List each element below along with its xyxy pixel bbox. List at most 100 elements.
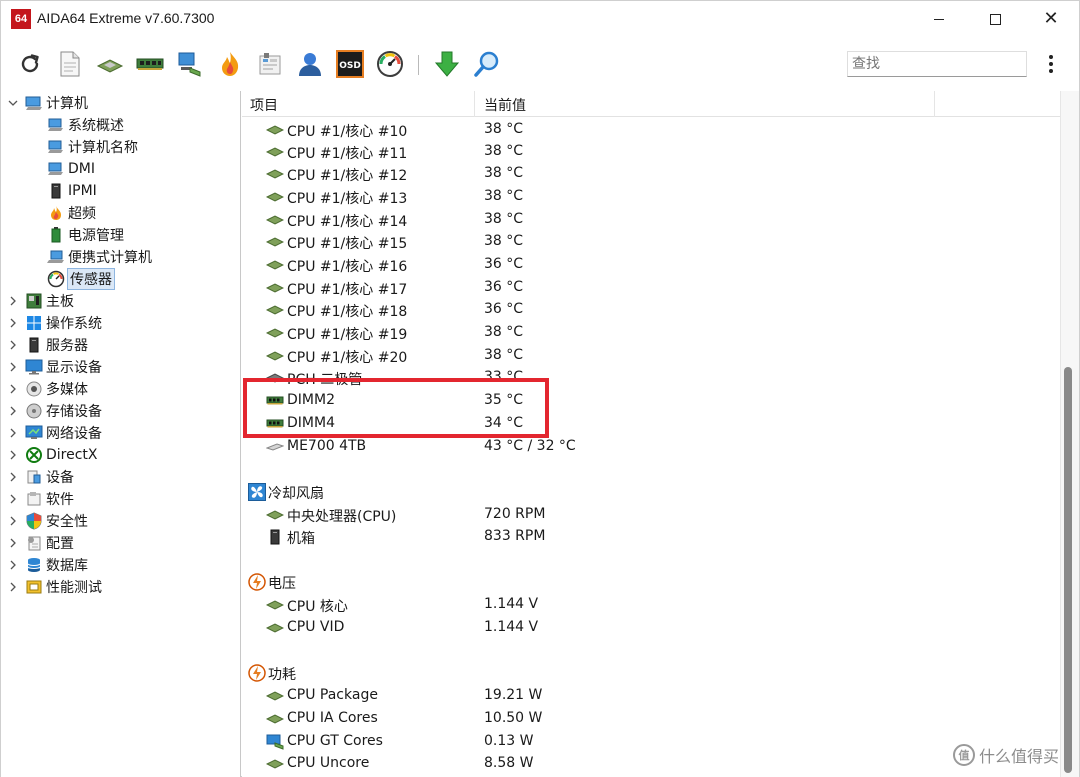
chevron-right-icon[interactable]	[7, 576, 19, 598]
item-value: 8.58 W	[484, 755, 534, 771]
tree-item-sensors[interactable]: 传感器	[47, 268, 115, 290]
overclock-icon[interactable]	[215, 49, 245, 79]
tree-item-database[interactable]: 数据库	[7, 554, 88, 576]
table-row[interactable]: CPU #1/核心 #17 36 °C	[242, 277, 1060, 299]
table-row[interactable]: CPU #1/核心 #16 36 °C	[242, 254, 1060, 276]
table-row[interactable]: CPU #1/核心 #13 38 °C	[242, 186, 1060, 208]
tree-item-server[interactable]: 服务器	[7, 334, 88, 356]
chevron-right-icon[interactable]	[7, 488, 19, 510]
motherboard-icon[interactable]	[95, 49, 125, 79]
minimize-button[interactable]	[913, 1, 965, 37]
tree-label: 电源管理	[68, 228, 124, 244]
table-row[interactable]: CPU #1/核心 #14 38 °C	[242, 209, 1060, 231]
chevron-right-icon[interactable]	[7, 444, 19, 466]
scrollbar-thumb[interactable]	[1064, 367, 1072, 773]
group-header-power[interactable]: 功耗	[242, 662, 1060, 684]
chevron-right-icon[interactable]	[7, 356, 19, 378]
chevron-right-icon[interactable]	[7, 532, 19, 554]
user-icon[interactable]	[295, 49, 325, 79]
table-row[interactable]: ME700 4TB 43 °C / 32 °C	[242, 436, 1060, 458]
tree-item-ipmi[interactable]: IPMI	[47, 180, 97, 202]
tree-item-system-summary[interactable]: 系统概述	[47, 114, 124, 136]
more-options-button[interactable]	[1041, 51, 1061, 77]
table-row[interactable]: CPU #1/核心 #10 38 °C	[242, 119, 1060, 141]
tree-item-overclock[interactable]: 超频	[47, 202, 96, 224]
tree-label: DirectX	[46, 447, 98, 463]
watermark-text: 什么值得买	[979, 747, 1060, 766]
tree-item-software[interactable]: 软件	[7, 488, 74, 510]
tree-item-operating-system[interactable]: 操作系统	[7, 312, 102, 334]
vertical-scrollbar[interactable]	[1060, 91, 1079, 777]
table-row[interactable]: CPU Uncore 8.58 W	[242, 753, 1060, 775]
table-row[interactable]: DIMM4 34 °C	[242, 413, 1060, 435]
table-row[interactable]: DIMM2 35 °C	[242, 390, 1060, 412]
tree-item-computer[interactable]: 计算机	[7, 92, 88, 114]
tree-item-multimedia[interactable]: 多媒体	[7, 378, 88, 400]
search-input[interactable]	[847, 51, 1027, 77]
table-row[interactable]: CPU #1/核心 #15 38 °C	[242, 231, 1060, 253]
server-icon	[47, 182, 65, 200]
chevron-down-icon[interactable]	[7, 92, 19, 114]
sensor-gauge-icon[interactable]	[375, 49, 405, 79]
table-row[interactable]: CPU #1/核心 #11 38 °C	[242, 141, 1060, 163]
table-row[interactable]: CPU GT Cores 0.13 W	[242, 731, 1060, 753]
group-header-cooling-fans[interactable]: 冷却风扇	[242, 481, 1060, 503]
memory-icon[interactable]	[135, 49, 165, 79]
tree-item-network[interactable]: 网络设备	[7, 422, 102, 444]
tree-item-dmi[interactable]: DMI	[47, 158, 95, 180]
table-row[interactable]: CPU Package 19.21 W	[242, 685, 1060, 707]
tree-item-security[interactable]: 安全性	[7, 510, 88, 532]
chevron-right-icon[interactable]	[7, 312, 19, 334]
chevron-right-icon[interactable]	[7, 422, 19, 444]
tree-item-configuration[interactable]: 配置	[7, 532, 74, 554]
refresh-icon[interactable]	[15, 49, 45, 79]
table-row[interactable]: CPU #1/核心 #19 38 °C	[242, 322, 1060, 344]
cpu-chip-icon	[266, 756, 284, 772]
chevron-right-icon[interactable]	[7, 466, 19, 488]
column-divider[interactable]	[934, 91, 935, 117]
table-row[interactable]: CPU 核心 1.144 V	[242, 594, 1060, 616]
chevron-right-icon[interactable]	[7, 400, 19, 422]
benchmark-icon[interactable]	[255, 49, 285, 79]
item-label: CPU #1/核心 #14	[287, 214, 408, 230]
table-row[interactable]: CPU VID 1.144 V	[242, 617, 1060, 639]
table-row[interactable]: 机箱 833 RPM	[242, 526, 1060, 548]
report-icon[interactable]	[55, 49, 85, 79]
tree-item-motherboard[interactable]: 主板	[7, 290, 74, 312]
table-row[interactable]: CPU #1/核心 #20 38 °C	[242, 345, 1060, 367]
chevron-right-icon[interactable]	[7, 290, 19, 312]
group-header-voltage[interactable]: 电压	[242, 571, 1060, 593]
tree-item-power-management[interactable]: 电源管理	[47, 224, 124, 246]
osd-icon[interactable]: OSD	[335, 49, 365, 79]
tree-item-display[interactable]: 显示设备	[7, 356, 102, 378]
tree-item-storage[interactable]: 存储设备	[7, 400, 102, 422]
update-download-icon[interactable]	[432, 49, 462, 79]
column-header-value[interactable]: 当前值	[484, 95, 526, 115]
table-row[interactable]: CPU #1/核心 #12 38 °C	[242, 163, 1060, 185]
tree-item-directx[interactable]: DirectX	[7, 444, 98, 466]
column-header-item[interactable]: 项目	[250, 95, 278, 115]
laptop-icon	[47, 248, 65, 266]
table-row[interactable]: PCH 二极管 33 °C	[242, 367, 1060, 389]
voltage-icon	[248, 573, 266, 591]
table-row[interactable]: CPU #1/核心 #18 36 °C	[242, 299, 1060, 321]
item-label: CPU Package	[287, 687, 378, 703]
tree-item-portable-computer[interactable]: 便携式计算机	[47, 246, 152, 268]
chevron-right-icon[interactable]	[7, 378, 19, 400]
chevron-right-icon[interactable]	[7, 334, 19, 356]
disk-icon	[25, 402, 43, 420]
close-button[interactable]: ✕	[1025, 1, 1077, 37]
tree-item-devices[interactable]: 设备	[7, 466, 74, 488]
tree-item-computer-name[interactable]: 计算机名称	[47, 136, 138, 158]
table-row[interactable]: 中央处理器(CPU) 720 RPM	[242, 504, 1060, 526]
network-icon[interactable]	[175, 49, 205, 79]
search-icon[interactable]	[472, 49, 502, 79]
table-row[interactable]: CPU IA Cores 10.50 W	[242, 708, 1060, 730]
maximize-button[interactable]	[969, 1, 1021, 37]
chevron-right-icon[interactable]	[7, 510, 19, 532]
group-label: 冷却风扇	[268, 486, 324, 502]
column-divider[interactable]	[474, 91, 475, 117]
tree-item-benchmark[interactable]: 性能测试	[7, 576, 102, 598]
tree-label: 显示设备	[46, 360, 102, 376]
chevron-right-icon[interactable]	[7, 554, 19, 576]
